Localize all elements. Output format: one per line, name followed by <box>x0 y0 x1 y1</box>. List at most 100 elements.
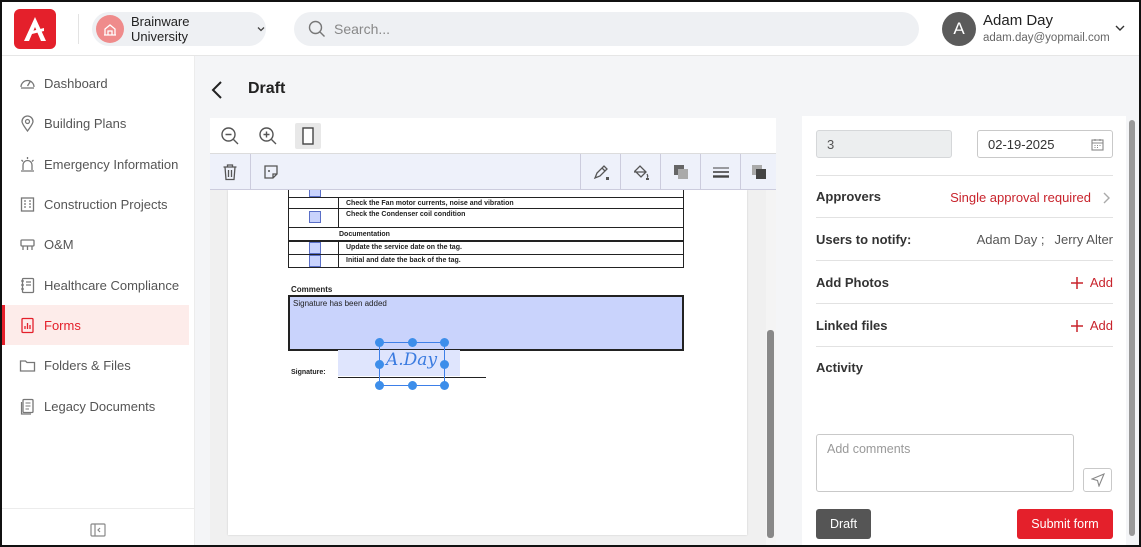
organization-selector[interactable]: Brainware University <box>92 12 266 46</box>
sidebar-item-label: Building Plans <box>44 115 127 131</box>
add-comment-input[interactable] <box>816 434 1074 492</box>
line-thickness-icon <box>712 167 729 178</box>
sidebar-item-construction-projects[interactable]: Construction Projects <box>2 184 189 224</box>
table-cell: Check the Fan motor currents, noise and … <box>346 200 514 207</box>
table-cell: Documentation <box>339 231 390 238</box>
layer-order-icon <box>751 165 766 179</box>
resize-handle[interactable] <box>440 360 449 369</box>
viewer-scrollbar[interactable] <box>766 190 776 545</box>
table-cell: Update the service date on the tag. <box>346 244 462 251</box>
fit-page-button[interactable] <box>295 123 321 149</box>
paint-bucket-icon <box>633 165 649 180</box>
resize-handle[interactable] <box>408 381 417 390</box>
checkbox[interactable] <box>309 211 321 223</box>
add-photos-button[interactable]: Add <box>1070 261 1113 304</box>
approvers-value-text: Single approval required <box>950 190 1091 205</box>
signature-selection-box[interactable] <box>375 338 449 390</box>
sidebar-item-om[interactable]: O&M <box>2 224 189 264</box>
sidebar-item-dashboard[interactable]: Dashboard <box>2 63 189 103</box>
table-cell: Initial and date the back of the tag. <box>346 257 461 264</box>
resize-handle[interactable] <box>440 381 449 390</box>
add-linked-files-button[interactable]: Add <box>1070 304 1113 347</box>
line-thickness-button[interactable] <box>700 154 740 190</box>
folder-icon <box>18 356 36 374</box>
building-icon <box>18 195 36 213</box>
forms-icon <box>18 316 36 334</box>
draft-button[interactable]: Draft <box>816 509 871 539</box>
stroke-color-button[interactable] <box>580 154 620 190</box>
sidebar-item-label: Emergency Information <box>44 156 179 172</box>
trash-icon <box>223 164 237 181</box>
fill-color-button[interactable] <box>620 154 660 190</box>
sidebar-item-forms[interactable]: Forms <box>2 305 189 345</box>
sidebar-item-folders-files[interactable]: Folders & Files <box>2 345 189 385</box>
calendar-icon[interactable] <box>1091 138 1104 151</box>
approvers-label: Approvers <box>816 189 882 204</box>
panel-scrollbar[interactable] <box>1126 116 1139 545</box>
collapse-sidebar-icon[interactable] <box>90 523 106 537</box>
avatar[interactable]: A <box>942 12 976 46</box>
resize-handle[interactable] <box>440 338 449 347</box>
zoom-in-icon <box>259 127 277 145</box>
plus-icon <box>1070 276 1083 289</box>
notify-user: Adam Day ; <box>976 232 1045 247</box>
add-label: Add <box>1089 318 1113 333</box>
resize-handle[interactable] <box>375 360 384 369</box>
date-field[interactable]: 02-19-2025 <box>977 130 1113 158</box>
table-row: Documentation <box>288 228 684 241</box>
checkbox[interactable] <box>309 242 321 254</box>
sidebar-item-label: Forms <box>44 317 81 333</box>
user-menu-chevron-icon[interactable] <box>1114 22 1126 34</box>
zoom-in-button[interactable] <box>255 123 281 149</box>
back-arrow-icon[interactable] <box>210 80 226 100</box>
comment-field[interactable]: Signature has been added <box>288 295 684 351</box>
send-icon <box>1090 473 1105 487</box>
sidebar-item-healthcare-compliance[interactable]: Healthcare Compliance <box>2 265 189 305</box>
logo-icon <box>24 17 46 41</box>
opacity-button[interactable] <box>660 154 700 190</box>
tools-icon <box>18 235 36 253</box>
add-photos-row: Add Photos Add <box>816 261 1113 304</box>
document-viewer: Check the Fan motor currents, noise and … <box>210 118 776 545</box>
search-input[interactable] <box>334 21 894 37</box>
sidebar-item-label: Legacy Documents <box>44 398 156 414</box>
users-to-notify-row[interactable]: Users to notify: Adam Day ; Jerry Alter <box>816 218 1113 261</box>
opacity-icon <box>673 165 688 179</box>
resize-handle[interactable] <box>375 338 384 347</box>
add-label: Add <box>1089 275 1113 290</box>
resize-handle[interactable] <box>375 381 384 390</box>
delete-button[interactable] <box>210 154 250 190</box>
table-row: Check the Fan motor currents, noise and … <box>288 198 684 209</box>
table-row: Update the service date on the tag. <box>288 241 684 256</box>
resize-handle[interactable] <box>408 338 417 347</box>
document-canvas[interactable]: Check the Fan motor currents, noise and … <box>210 190 776 545</box>
sidebar-item-label: Dashboard <box>44 75 108 91</box>
divider <box>78 14 79 44</box>
approvers-row[interactable]: Approvers Single approval required <box>816 175 1113 218</box>
sidebar-item-legacy-documents[interactable]: Legacy Documents <box>2 386 189 426</box>
users-to-notify-label: Users to notify: <box>816 231 912 247</box>
checkbox[interactable] <box>309 255 321 267</box>
zoom-out-button[interactable] <box>217 123 243 149</box>
sticky-note-button[interactable] <box>250 154 290 190</box>
scrollbar-thumb[interactable] <box>767 330 774 538</box>
send-comment-button[interactable] <box>1083 468 1112 492</box>
table-row: Initial and date the back of the tag. <box>288 255 684 268</box>
comments-label: Comments <box>291 285 333 294</box>
submit-form-button[interactable]: Submit form <box>1017 509 1113 539</box>
annotation-toolbar <box>210 154 776 190</box>
scrollbar-thumb[interactable] <box>1129 120 1135 536</box>
chevron-down-icon <box>257 27 265 32</box>
add-photos-label: Add Photos <box>816 274 889 290</box>
sidebar-item-label: Construction Projects <box>44 196 168 212</box>
sidebar-item-label: Healthcare Compliance <box>44 277 180 293</box>
linked-files-row: Linked files Add <box>816 304 1113 347</box>
app-logo[interactable] <box>14 9 56 49</box>
layer-order-button[interactable] <box>740 154 776 190</box>
sidebar-item-building-plans[interactable]: Building Plans <box>2 103 189 143</box>
organization-icon <box>96 15 124 43</box>
checkbox[interactable] <box>309 190 321 197</box>
sidebar-item-emergency-information[interactable]: Emergency Information <box>2 144 189 184</box>
fit-page-icon <box>302 127 314 145</box>
approvers-value: Single approval required <box>950 176 1113 219</box>
